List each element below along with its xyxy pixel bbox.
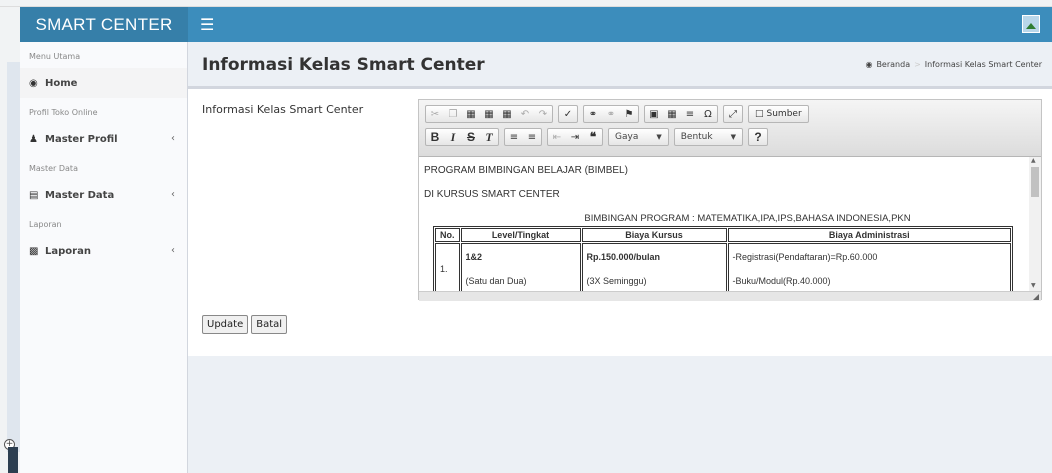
content-header: Informasi Kelas Smart Center ◉ Beranda >… — [188, 42, 1052, 90]
fee-table: No. Level/Tingkat Biaya Kursus Biaya Adm… — [433, 226, 1013, 291]
editor-content[interactable]: PROGRAM BIMBINGAN BELAJAR (BIMBEL) DI KU… — [419, 157, 1031, 291]
indent-icon[interactable]: ⇥ — [566, 129, 584, 145]
maximize-icon[interactable]: ⤢ — [724, 106, 742, 122]
source-icon: □ — [755, 109, 764, 119]
paste-word-icon[interactable]: ▦ — [498, 106, 516, 122]
italic-icon[interactable]: I — [444, 129, 462, 145]
brand-logo[interactable]: SMART CENTER — [20, 7, 188, 42]
chevron-left-icon: ‹ — [171, 133, 175, 144]
sidebar-header-report: Laporan — [29, 220, 62, 229]
link-icon[interactable]: ⚭ — [584, 106, 602, 122]
copy-icon[interactable]: ❐ — [444, 106, 462, 122]
paste-text-icon[interactable]: ▦ — [480, 106, 498, 122]
table-icon[interactable]: ▦ — [663, 106, 681, 122]
special-char-icon[interactable]: Ω — [699, 106, 717, 122]
table-row: 1. 1&2 (Satu dan Dua) Rp.150.000/bulan (3X… — [435, 243, 1011, 291]
bold-icon[interactable]: B — [426, 129, 444, 145]
table-cell: Rp.150.000/bulan (3X Seminggu) — [581, 243, 727, 291]
table-cell: -Registrasi(Pendaftaran)=Rp.60.000 -Buku/… — [727, 243, 1011, 291]
chevron-down-icon: ▼ — [656, 133, 662, 141]
editor-scrollbar[interactable]: ▲ ▼ — [1029, 157, 1041, 291]
chevron-left-icon: ‹ — [171, 245, 175, 256]
content-line: BIMBINGAN PROGRAM : MATEMATIKA,IPA,IPS,B… — [584, 213, 911, 224]
table-cell: 1. — [435, 243, 460, 291]
sidebar-header-main: Menu Utama — [29, 52, 81, 61]
table-header: Level/Tingkat — [460, 228, 581, 242]
breadcrumb-current: Informasi Kelas Smart Center — [924, 60, 1042, 69]
user-icon: ♟ — [29, 133, 38, 145]
horizontal-line-icon[interactable]: ≡ — [681, 106, 699, 122]
form-box: Informasi Kelas Smart Center ✂ ❐ ▦ ▦ ▦ ↶… — [188, 86, 1052, 356]
spellcheck-icon[interactable]: ✓ — [559, 106, 577, 122]
book-icon: ▩ — [29, 245, 39, 257]
blockquote-icon[interactable]: ❝ — [584, 129, 602, 145]
undo-icon[interactable]: ↶ — [516, 106, 534, 122]
strike-icon[interactable]: S — [462, 129, 480, 145]
menu-toggle-icon[interactable]: ☰ — [200, 15, 214, 34]
outdent-icon[interactable]: ⇤ — [548, 129, 566, 145]
breadcrumb: ◉ Beranda > Informasi Kelas Smart Center — [865, 60, 1042, 69]
content-line: PROGRAM BIMBINGAN BELAJAR (BIMBEL) — [424, 165, 628, 176]
source-button[interactable]: □ Sumber — [749, 106, 808, 122]
dashboard-icon: ◉ — [29, 77, 38, 89]
numbered-list-icon[interactable]: ≡ — [505, 129, 523, 145]
table-cell: 1&2 (Satu dan Dua) — [460, 243, 581, 291]
table-header: Biaya Kursus — [581, 228, 727, 242]
form-actions: Update Batal — [202, 315, 288, 334]
editor-toolbar: ✂ ❐ ▦ ▦ ▦ ↶ ↷ ✓ ⚭ ⚭ ⚑ ▣ ▦ ≡ Ω ⤢ □ Sumber… — [419, 100, 1041, 157]
format-dropdown[interactable]: Bentuk ▼ — [673, 128, 743, 146]
sidebar-item-home[interactable]: ◉ Home — [20, 68, 187, 98]
update-button[interactable]: Update — [202, 315, 249, 334]
top-navbar: ☰ — [188, 7, 1052, 42]
image-icon[interactable]: ▣ — [645, 106, 663, 122]
sidebar-header-master-data: Master Data — [29, 164, 78, 173]
page-title: Informasi Kelas Smart Center — [202, 55, 485, 75]
help-icon[interactable]: ? — [749, 129, 767, 145]
table-header-row: No. Level/Tingkat Biaya Kursus Biaya Adm… — [435, 228, 1011, 242]
paste-icon[interactable]: ▦ — [462, 106, 480, 122]
field-label: Informasi Kelas Smart Center — [202, 103, 364, 116]
sidebar-header-profile: Profil Toko Online — [29, 108, 98, 117]
scroll-up-icon[interactable]: ▲ — [1031, 157, 1036, 164]
resize-handle-icon[interactable] — [1033, 294, 1039, 300]
sidebar-item-master-profil[interactable]: ♟ Master Profil ‹ — [20, 124, 187, 154]
rich-text-editor: ✂ ❐ ▦ ▦ ▦ ↶ ↷ ✓ ⚭ ⚭ ⚑ ▣ ▦ ≡ Ω ⤢ □ Sumber… — [418, 99, 1042, 301]
chevron-left-icon: ‹ — [171, 189, 175, 200]
breadcrumb-home-link[interactable]: Beranda — [876, 60, 910, 69]
redo-icon[interactable]: ↷ — [534, 106, 552, 122]
chevron-down-icon: ▼ — [730, 133, 736, 141]
editor-footer — [419, 291, 1041, 301]
browser-side-panel: + — [0, 7, 20, 473]
style-dropdown[interactable]: Gaya ▼ — [608, 128, 669, 146]
table-header: Biaya Administrasi — [727, 228, 1011, 242]
scroll-down-icon[interactable]: ▼ — [1031, 282, 1036, 289]
anchor-icon[interactable]: ⚑ — [620, 106, 638, 122]
table-header: No. — [435, 228, 460, 242]
sidebar-item-laporan[interactable]: ▩ Laporan ‹ — [20, 236, 187, 266]
dashboard-icon: ◉ — [865, 60, 873, 69]
sidebar-item-master-data[interactable]: ▤ Master Data ‹ — [20, 180, 187, 210]
browser-chrome — [0, 0, 1052, 7]
user-image-icon[interactable] — [1022, 15, 1040, 33]
bullet-list-icon[interactable]: ≡ — [523, 129, 541, 145]
unlink-icon[interactable]: ⚭ — [602, 106, 620, 122]
database-icon: ▤ — [29, 189, 39, 201]
content-line: DI KURSUS SMART CENTER — [424, 189, 560, 200]
cut-icon[interactable]: ✂ — [426, 106, 444, 122]
sidebar: Menu Utama ◉ Home Profil Toko Online ♟ M… — [20, 42, 188, 473]
cancel-button[interactable]: Batal — [251, 315, 288, 334]
remove-format-icon[interactable]: T — [480, 129, 498, 145]
